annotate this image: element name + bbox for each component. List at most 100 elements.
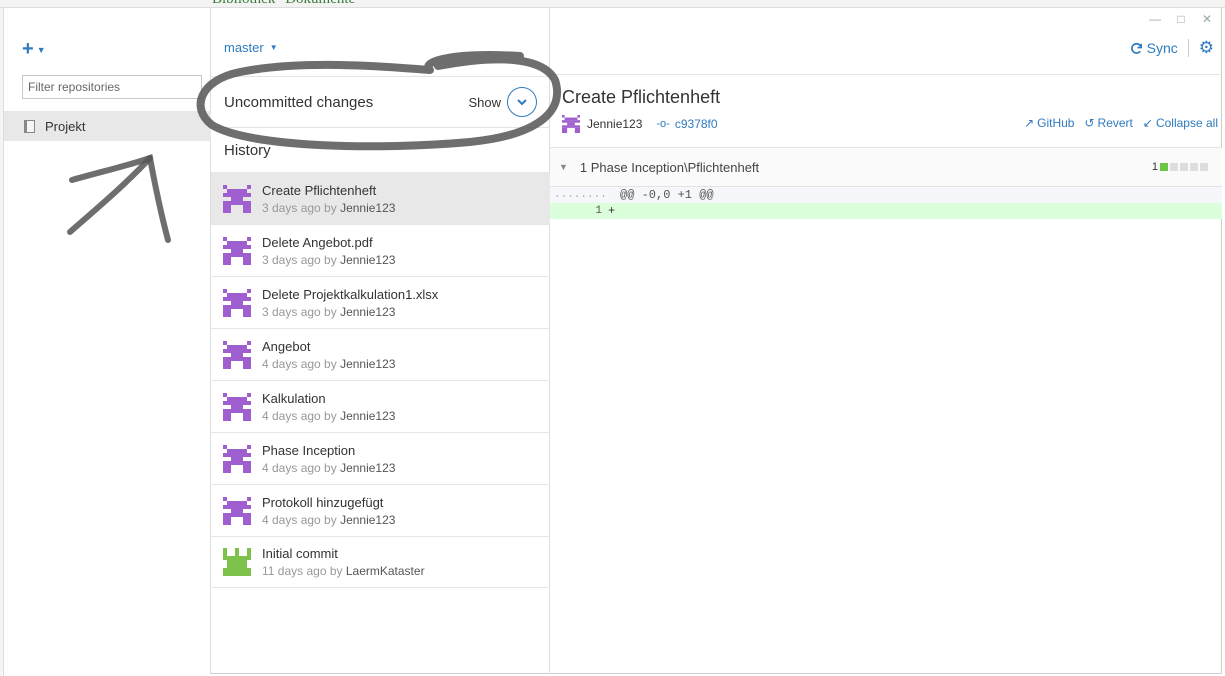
commit-text: Delete Angebot.pdf 3 days ago by Jennie12… bbox=[262, 235, 395, 267]
author-avatar bbox=[223, 444, 251, 473]
commit-row[interactable]: Create Pflichtenheft 3 days ago by Jennie… bbox=[211, 172, 550, 224]
line-number: 1 bbox=[595, 205, 602, 217]
commit-list: Create Pflichtenheft 3 days ago by Jennie… bbox=[211, 172, 550, 588]
chevron-down-icon bbox=[517, 99, 527, 106]
commit-author: Jennie123 bbox=[340, 408, 396, 423]
commit-title: Delete Angebot.pdf bbox=[262, 234, 373, 250]
sync-icon bbox=[1130, 42, 1142, 54]
chevron-down-icon[interactable]: ▼ bbox=[559, 162, 568, 172]
commit-text: Delete Projektkalkulation1.xlsx 3 days ag… bbox=[262, 287, 438, 319]
commit-actions: ↗ GitHub ↺ Revert ↙ Collapse all bbox=[1024, 116, 1218, 130]
uncommitted-changes-label: Uncommitted changes bbox=[224, 93, 374, 111]
gutter-new: .... bbox=[580, 189, 607, 201]
author-avatar bbox=[562, 115, 580, 133]
collapse-all-button[interactable]: ↙ Collapse all bbox=[1143, 116, 1218, 130]
diffstat-box bbox=[1200, 163, 1208, 171]
filter-repositories-input[interactable] bbox=[22, 75, 202, 99]
sync-button[interactable]: Sync bbox=[1130, 40, 1178, 56]
commit-text: Kalkulation 4 days ago by Jennie123 bbox=[262, 391, 395, 423]
file-diff-header[interactable]: ▼ 1 Phase Inception\Pflichtenheft bbox=[550, 147, 1222, 187]
commit-title: Initial commit bbox=[262, 546, 338, 561]
chevron-down-icon: ▼ bbox=[269, 43, 278, 52]
repository-sidebar: + ▼ Projekt bbox=[4, 8, 211, 674]
commit-age: 3 days ago by bbox=[262, 304, 337, 319]
commit-row[interactable]: Initial commit 11 days ago by LaermKatast… bbox=[211, 536, 550, 588]
commit-row[interactable]: Angebot 4 days ago by Jennie123 bbox=[211, 328, 550, 380]
uncommitted-changes-bar[interactable]: Uncommitted changes Show bbox=[211, 76, 550, 128]
plus-icon: + bbox=[22, 38, 34, 60]
sidebar-item-projekt[interactable]: Projekt bbox=[4, 111, 211, 141]
branch-name: master bbox=[224, 40, 264, 55]
sync-label: Sync bbox=[1146, 40, 1178, 56]
chevron-down-icon: ▼ bbox=[36, 44, 46, 55]
commit-meta: 4 days ago by Jennie123 bbox=[262, 513, 395, 527]
repository-icon bbox=[24, 119, 35, 133]
author-avatar bbox=[223, 392, 251, 421]
github-label: GitHub bbox=[1037, 116, 1075, 130]
commit-title: Protokoll hinzugefügt bbox=[262, 494, 384, 510]
commit-author: Jennie123 bbox=[340, 200, 396, 215]
commit-row[interactable]: Protokoll hinzugefügt 4 days ago by Jenni… bbox=[211, 484, 550, 536]
diff-hunk-header: .... .... @@ -0,0 +1 @@ bbox=[550, 187, 1222, 203]
diffstat-box bbox=[1190, 163, 1198, 171]
commit-author: Jennie123 bbox=[340, 460, 396, 475]
commit-author: Jennie123 bbox=[340, 356, 396, 371]
commit-text: Protokoll hinzugefügt 4 days ago by Jenni… bbox=[262, 495, 395, 527]
commit-title: Create Pflichtenheft bbox=[262, 182, 377, 198]
commit-row[interactable]: Delete Angebot.pdf 3 days ago by Jennie12… bbox=[211, 224, 550, 276]
diff-gutter: 1 bbox=[550, 205, 608, 217]
commit-author: LaermKataster bbox=[345, 564, 425, 578]
add-repository-button[interactable]: + ▼ bbox=[22, 38, 46, 61]
commit-meta: 4 days ago by Jennie123 bbox=[262, 461, 395, 475]
commit-sha[interactable]: c9378f0 bbox=[675, 117, 718, 131]
commit-author: Jennie123 bbox=[340, 252, 396, 267]
commit-author: Jennie123 bbox=[340, 304, 396, 319]
collapse-label: Collapse all bbox=[1155, 116, 1218, 130]
author-avatar bbox=[223, 236, 251, 265]
show-changes-button[interactable] bbox=[507, 87, 537, 117]
commit-meta: 4 days ago by Jennie123 bbox=[262, 357, 395, 371]
author-avatar bbox=[223, 496, 251, 525]
branch-selector[interactable]: master ▼ bbox=[224, 40, 278, 55]
author-avatar bbox=[223, 340, 251, 369]
commit-text: Create Pflichtenheft 3 days ago by Jennie… bbox=[262, 183, 395, 215]
commit-author: Jennie123 bbox=[340, 512, 396, 527]
background-window-strip bbox=[0, 0, 1225, 8]
toolbar: Sync ⚙ bbox=[1130, 38, 1214, 58]
commit-title: Delete Projektkalkulation1.xlsx bbox=[262, 286, 439, 302]
commit-row[interactable]: Phase Inception 4 days ago by Jennie123 bbox=[211, 432, 550, 484]
commit-age: 4 days ago by bbox=[262, 512, 337, 527]
commit-author[interactable]: Jennie123 bbox=[587, 117, 642, 131]
commit-meta: 11 days ago by LaermKataster bbox=[262, 564, 425, 578]
commit-text: Angebot 4 days ago by Jennie123 bbox=[262, 339, 395, 371]
commit-text: Initial commit 11 days ago by LaermKatast… bbox=[262, 546, 425, 578]
commit-age: 11 days ago by bbox=[262, 564, 343, 578]
diffstat-box bbox=[1180, 163, 1188, 171]
gear-icon[interactable]: ⚙ bbox=[1199, 38, 1214, 58]
show-label: Show bbox=[468, 94, 501, 110]
github-button[interactable]: ↗ GitHub bbox=[1024, 116, 1074, 130]
commit-row[interactable]: Delete Projektkalkulation1.xlsx 3 days ag… bbox=[211, 276, 550, 328]
commit-meta: 3 days ago by Jennie123 bbox=[262, 253, 395, 267]
commit-row[interactable]: Kalkulation 4 days ago by Jennie123 bbox=[211, 380, 550, 432]
revert-icon: ↺ bbox=[1084, 116, 1095, 130]
github-desktop-window: — □ ✕ + ▼ Projekt master ▼ Uncommitted c… bbox=[4, 8, 1222, 674]
gutter-old: .... bbox=[554, 189, 581, 201]
diffstat-added-box bbox=[1160, 163, 1168, 171]
commit-detail-pane: Sync ⚙ Create Pflichtenheft Jennie123 -o… bbox=[550, 8, 1222, 674]
diff-gutter: .... .... bbox=[550, 189, 608, 201]
author-avatar bbox=[223, 288, 251, 317]
revert-label: Revert bbox=[1097, 116, 1133, 130]
commit-meta: 3 days ago by Jennie123 bbox=[262, 201, 395, 215]
revert-button[interactable]: ↺ Revert bbox=[1084, 116, 1132, 130]
repository-name: Projekt bbox=[45, 118, 86, 134]
commit-text: Phase Inception 4 days ago by Jennie123 bbox=[262, 443, 395, 475]
diffstat-box bbox=[1170, 163, 1178, 171]
commit-title: Phase Inception bbox=[262, 442, 356, 458]
commit-age: 4 days ago by bbox=[262, 356, 337, 371]
collapse-icon: ↙ bbox=[1142, 116, 1153, 130]
commit-age: 4 days ago by bbox=[262, 460, 337, 475]
commit-age: 3 days ago by bbox=[262, 200, 337, 215]
hunk-text: @@ -0,0 +1 @@ bbox=[620, 188, 714, 202]
history-column: master ▼ Uncommitted changes Show Histor… bbox=[211, 8, 550, 674]
